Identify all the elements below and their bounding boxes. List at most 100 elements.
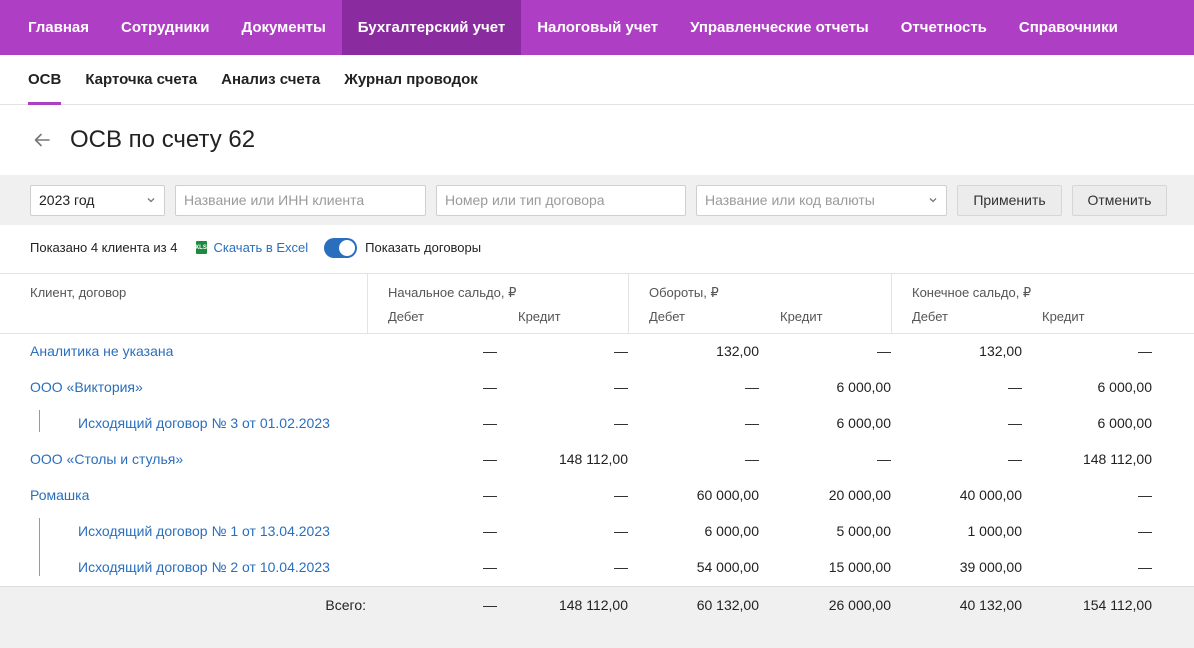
cell-opening-debit: — (483, 343, 497, 359)
column-group-opening-balance: Начальное сальдо, ₽ (388, 285, 517, 300)
nav-item-tax-accounting[interactable]: Налоговый учет (521, 0, 674, 55)
client-row: ООО «Виктория» — — — 6 000,00 — 6 000,00 (0, 370, 1194, 406)
table-header: Клиент, договор Начальное сальдо, ₽ Дебе… (0, 273, 1194, 334)
nav-item-reporting[interactable]: Отчетность (885, 0, 1003, 55)
excel-file-icon: XLS (195, 241, 207, 254)
nav-item-home[interactable]: Главная (12, 0, 105, 55)
client-search-input[interactable]: Название или ИНН клиента (175, 184, 426, 216)
cell-closing-credit: 6 000,00 (1097, 415, 1153, 431)
column-header-closing-debit: Дебет (912, 309, 948, 324)
cell-turnover-debit: 54 000,00 (696, 559, 759, 575)
cell-opening-credit: — (614, 343, 628, 359)
column-group-turnover: Обороты, ₽ (649, 285, 719, 300)
cell-closing-debit: — (1008, 451, 1022, 467)
total-closing-credit: 154 112,00 (1082, 597, 1152, 613)
client-link[interactable]: Аналитика не указана (30, 343, 173, 359)
info-row: Показано 4 клиента из 4 XLS Скачать в Ex… (0, 225, 1194, 270)
show-contracts-label: Показать договоры (365, 240, 482, 255)
contract-search-input[interactable]: Номер или тип договора (436, 184, 686, 216)
cell-opening-credit: — (614, 415, 628, 431)
page-title: ОСВ по счету 62 (70, 126, 256, 153)
filter-bar: 2023 год Название или ИНН клиента Номер … (0, 175, 1194, 225)
column-header-opening-credit: Кредит (518, 309, 561, 324)
cell-closing-credit: — (1138, 343, 1152, 359)
tab-osv[interactable]: ОСВ (28, 55, 62, 105)
top-navigation: Главная Сотрудники Документы Бухгалтерск… (0, 0, 1194, 55)
contract-search-placeholder: Номер или тип договора (445, 192, 605, 208)
tree-connector (39, 550, 40, 576)
column-header-closing-credit: Кредит (1042, 309, 1085, 324)
total-label: Всего: (325, 597, 366, 613)
cell-opening-credit: — (614, 379, 628, 395)
tab-account-card[interactable]: Карточка счета (85, 55, 197, 104)
cancel-button[interactable]: Отменить (1072, 184, 1167, 216)
cell-closing-credit: — (1138, 487, 1152, 503)
chevron-down-icon (147, 197, 155, 202)
cell-turnover-debit: 6 000,00 (704, 523, 760, 539)
cell-opening-credit: — (614, 523, 628, 539)
page-header: ОСВ по счету 62 (0, 105, 1194, 175)
cell-turnover-credit: 5 000,00 (836, 523, 892, 539)
column-header-client: Клиент, договор (30, 285, 127, 300)
cell-closing-debit: 40 000,00 (959, 487, 1022, 503)
client-row: Ромашка — — 60 000,00 20 000,00 40 000,00 — (0, 478, 1194, 514)
client-link[interactable]: ООО «Виктория» (30, 379, 143, 395)
cell-opening-debit: — (483, 379, 497, 395)
cell-closing-credit: — (1138, 559, 1152, 575)
total-opening-debit: — (483, 597, 497, 613)
cell-closing-debit: 39 000,00 (959, 559, 1022, 575)
cell-closing-debit: 1 000,00 (967, 523, 1023, 539)
cell-turnover-debit: — (745, 415, 759, 431)
nav-item-documents[interactable]: Документы (225, 0, 341, 55)
cell-turnover-debit: 60 000,00 (696, 487, 759, 503)
cell-opening-credit: — (614, 559, 628, 575)
download-excel-link[interactable]: XLS Скачать в Excel (195, 240, 309, 255)
show-contracts-toggle[interactable] (324, 237, 358, 258)
cell-turnover-debit: — (745, 379, 759, 395)
client-row: ООО «Столы и стулья» — 148 112,00 — — — 148 11… (0, 442, 1194, 478)
total-closing-debit: 40 132,00 (959, 597, 1022, 613)
client-link[interactable]: Ромашка (30, 487, 89, 503)
year-select[interactable]: 2023 год (30, 184, 165, 216)
contract-link[interactable]: Исходящий договор № 1 от 13.04.2023 (78, 523, 330, 539)
apply-button[interactable]: Применить (957, 184, 1062, 216)
nav-item-references[interactable]: Справочники (1003, 0, 1134, 55)
client-row: Аналитика не указана — — 132,00 — 132,00 — (0, 334, 1194, 370)
cell-closing-credit: 6 000,00 (1097, 379, 1153, 395)
cell-closing-credit: — (1138, 523, 1152, 539)
contract-row: Исходящий договор № 2 от 10.04.2023 — — 54 … (0, 550, 1194, 586)
year-select-value: 2023 год (39, 192, 95, 208)
nav-item-management-reports[interactable]: Управленческие отчеты (674, 0, 885, 55)
cell-turnover-credit: 6 000,00 (836, 379, 892, 395)
cell-opening-debit: — (483, 559, 497, 575)
contract-link[interactable]: Исходящий договор № 2 от 10.04.2023 (78, 559, 330, 575)
cell-opening-debit: — (483, 487, 497, 503)
cell-turnover-credit: 6 000,00 (836, 415, 892, 431)
cell-closing-debit: — (1008, 379, 1022, 395)
cell-turnover-debit: — (745, 451, 759, 467)
cell-turnover-credit: — (877, 343, 891, 359)
nav-item-employees[interactable]: Сотрудники (105, 0, 225, 55)
tree-connector (39, 410, 40, 432)
total-turnover-debit: 60 132,00 (696, 597, 759, 613)
back-arrow-icon[interactable] (30, 128, 54, 152)
contract-row: Исходящий договор № 1 от 13.04.2023 — — 6 0… (0, 514, 1194, 550)
download-excel-label: Скачать в Excel (213, 240, 309, 255)
sub-navigation: ОСВ Карточка счета Анализ счета Журнал п… (0, 55, 1194, 105)
total-turnover-credit: 26 000,00 (828, 597, 891, 613)
nav-item-accounting[interactable]: Бухгалтерский учет (341, 0, 522, 55)
client-link[interactable]: ООО «Столы и стулья» (30, 451, 183, 467)
column-header-turnover-credit: Кредит (780, 309, 823, 324)
shown-count-text: Показано 4 клиента из 4 (30, 240, 178, 255)
cell-turnover-credit: 15 000,00 (828, 559, 891, 575)
cell-opening-debit: — (483, 523, 497, 539)
column-header-opening-debit: Дебет (388, 309, 424, 324)
tab-account-analysis[interactable]: Анализ счета (221, 55, 320, 104)
column-group-closing-balance: Конечное сальдо, ₽ (912, 285, 1032, 300)
cell-opening-credit: 148 112,00 (558, 451, 628, 467)
cell-closing-credit: 148 112,00 (1082, 451, 1152, 467)
chevron-down-icon (929, 197, 937, 202)
contract-link[interactable]: Исходящий договор № 3 от 01.02.2023 (78, 415, 330, 431)
tab-entries-journal[interactable]: Журнал проводок (344, 55, 478, 104)
currency-select[interactable]: Название или код валюты (696, 184, 947, 216)
